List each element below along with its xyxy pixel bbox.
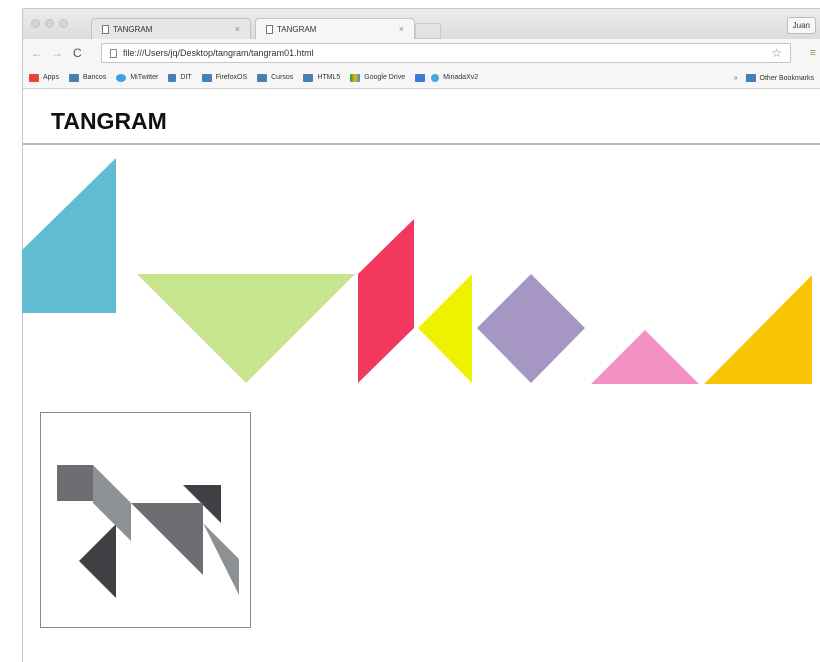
green-triangle-piece[interactable] bbox=[137, 274, 355, 383]
red-parallelogram-piece[interactable] bbox=[358, 219, 414, 383]
figure-medium-triangle bbox=[131, 503, 203, 575]
orange-triangle-piece[interactable] bbox=[704, 275, 812, 384]
pink-triangle-piece[interactable] bbox=[591, 330, 699, 384]
target-figure-panel bbox=[40, 412, 251, 628]
target-figure bbox=[57, 465, 239, 598]
figure-light-triangle bbox=[203, 523, 239, 595]
figure-medium-square bbox=[57, 465, 93, 501]
figure-dark-triangle-bottom bbox=[79, 524, 116, 598]
blue-triangle-piece[interactable] bbox=[22, 158, 116, 313]
purple-square-piece[interactable] bbox=[477, 274, 585, 383]
yellow-triangle-piece[interactable] bbox=[418, 274, 472, 383]
